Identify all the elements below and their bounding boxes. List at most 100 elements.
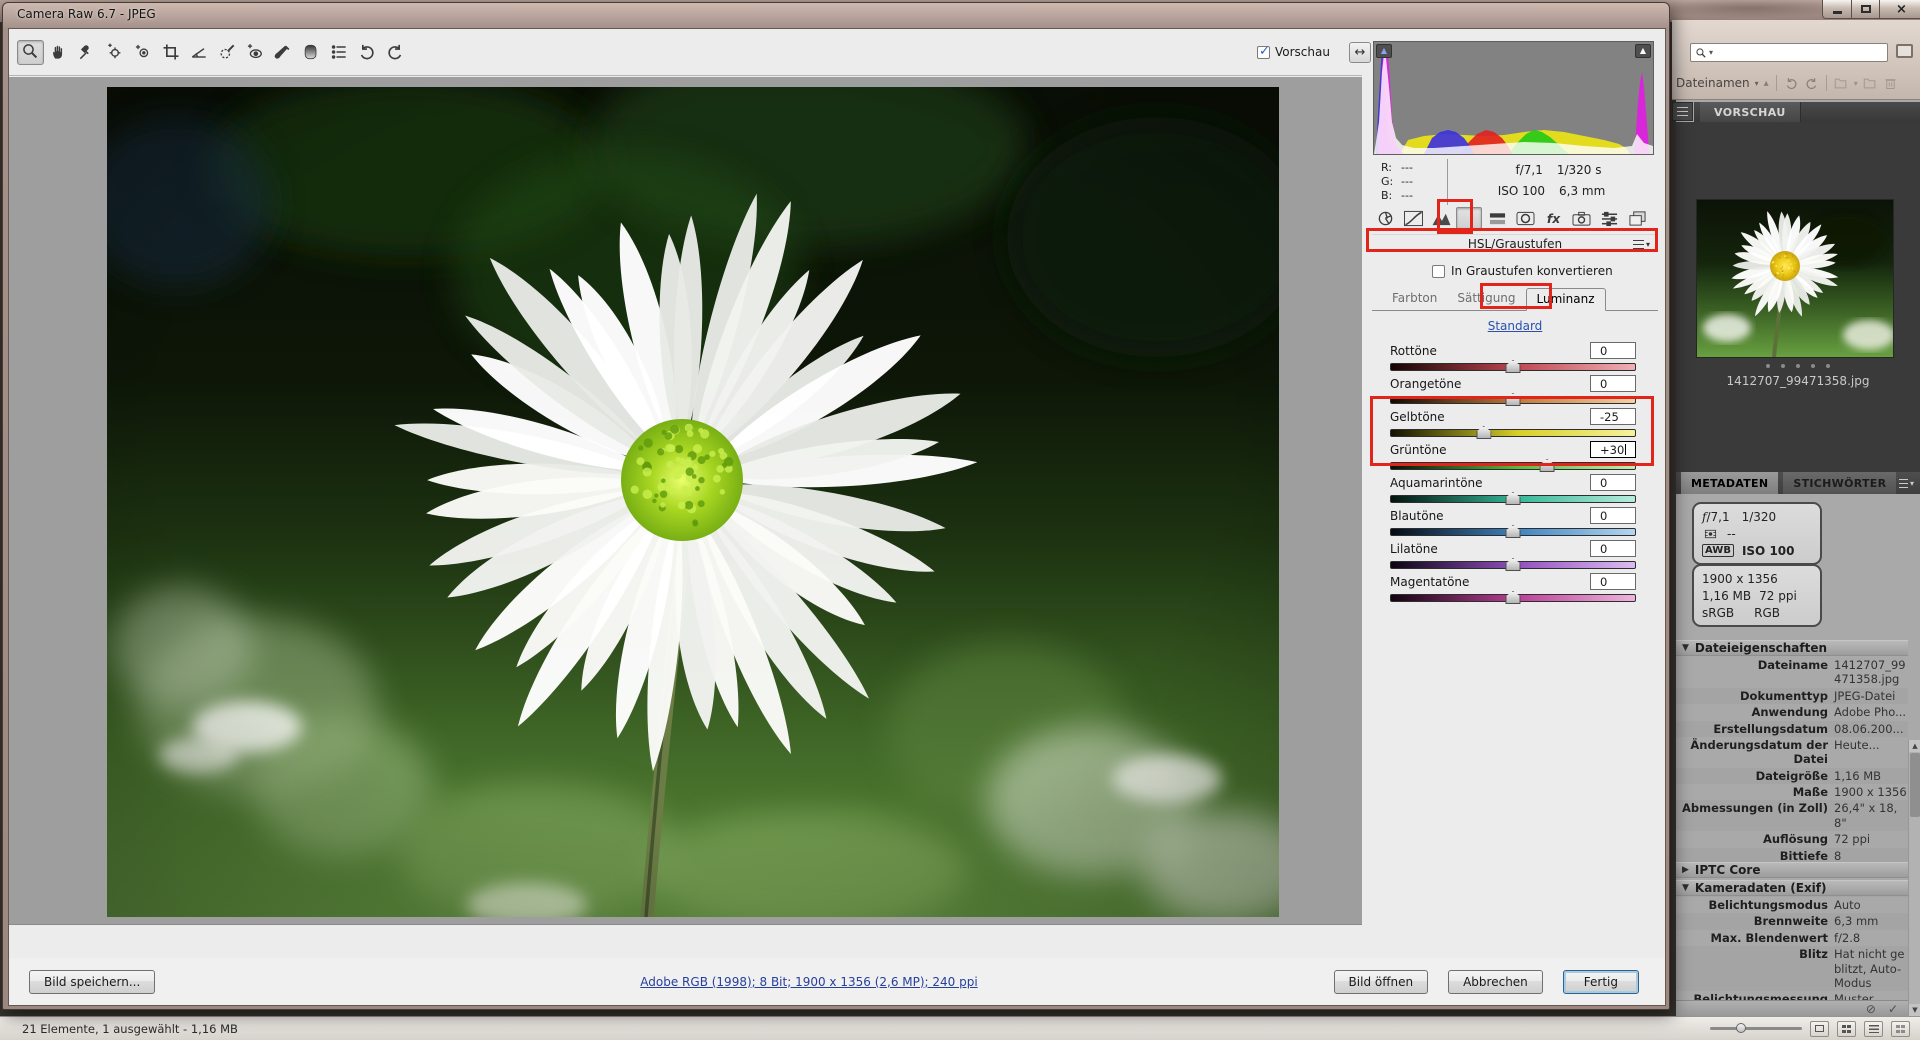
lock-thumbnail-grid-button[interactable] bbox=[1810, 1021, 1829, 1037]
slider-thumb[interactable] bbox=[1506, 558, 1521, 571]
slider-value-input[interactable]: 0 bbox=[1590, 375, 1636, 392]
slider-thumb[interactable] bbox=[1506, 393, 1521, 406]
slider-track[interactable] bbox=[1390, 561, 1636, 569]
preview-toggle[interactable]: Vorschau bbox=[1257, 45, 1330, 59]
panel-menu-icon[interactable]: ▾ bbox=[1633, 240, 1650, 249]
view-details-button[interactable] bbox=[1864, 1021, 1883, 1037]
section-dateieigenschaften[interactable]: ▼ Dateieigenschaften bbox=[1676, 640, 1908, 656]
panel-menu-icon[interactable]: ▾ bbox=[1899, 479, 1914, 488]
panel-tab-presets-icon[interactable] bbox=[1596, 207, 1622, 229]
slider-value-input[interactable]: 0 bbox=[1590, 342, 1636, 359]
metadata-row[interactable]: Brennweite 6,3 mm bbox=[1676, 913, 1908, 929]
metadata-row[interactable]: Auflösung 72 ppi bbox=[1676, 831, 1908, 847]
subtab-farbton[interactable]: Farbton bbox=[1382, 288, 1447, 310]
subtab-sättigung[interactable]: Sättigung bbox=[1447, 288, 1525, 310]
slider-thumb[interactable] bbox=[1506, 360, 1521, 373]
metadata-row[interactable]: Maße 1900 x 1356 bbox=[1676, 784, 1908, 800]
metadata-scrollbar[interactable]: ▲ ▼ bbox=[1908, 740, 1920, 1016]
slider-thumb[interactable] bbox=[1476, 426, 1491, 439]
minimize-button[interactable] bbox=[1822, 0, 1851, 19]
maximize-button[interactable] bbox=[1851, 0, 1879, 19]
new-folder-icon[interactable] bbox=[1863, 76, 1878, 91]
tool-adjustment-brush-icon[interactable] bbox=[269, 40, 296, 65]
slider-track[interactable] bbox=[1390, 396, 1636, 404]
folder-icon[interactable] bbox=[1834, 76, 1849, 91]
panel-tab-detail-icon[interactable] bbox=[1428, 207, 1454, 229]
slider-thumb[interactable] bbox=[1540, 459, 1555, 472]
section-iptc-core[interactable]: ▶ IPTC Core bbox=[1676, 862, 1908, 878]
cancel-edit-icon[interactable]: ⊘ bbox=[1866, 1002, 1876, 1016]
highlight-clipping-toggle-icon[interactable]: ▲ bbox=[1635, 44, 1651, 58]
preview-checkbox[interactable] bbox=[1257, 46, 1270, 59]
rating-dot[interactable] bbox=[1796, 364, 1800, 368]
scrollbar-thumb[interactable] bbox=[1910, 753, 1920, 817]
tool-color-sampler-icon[interactable] bbox=[101, 40, 128, 65]
section-kameradaten-exif[interactable]: ▼ Kameradaten (Exif) bbox=[1676, 880, 1908, 896]
tool-hand-icon[interactable] bbox=[45, 40, 72, 65]
tool-white-balance-icon[interactable] bbox=[73, 40, 100, 65]
view-thumbnails-button[interactable] bbox=[1837, 1021, 1856, 1037]
tab-vorschau[interactable]: VORSCHAU bbox=[1700, 102, 1801, 122]
panel-tab-snapshots-icon[interactable] bbox=[1624, 207, 1650, 229]
tab-metadaten[interactable]: METADATEN bbox=[1681, 472, 1778, 494]
view-list-button[interactable] bbox=[1891, 1021, 1910, 1037]
scroll-up-icon[interactable]: ▲ bbox=[1909, 740, 1920, 752]
slider-value-input[interactable]: 0 bbox=[1590, 507, 1636, 524]
slider-track[interactable] bbox=[1390, 495, 1636, 503]
search-scope-dropdown-icon[interactable]: ▾ bbox=[1709, 48, 1713, 57]
close-button[interactable]: × bbox=[1879, 0, 1920, 19]
sort-by-label[interactable]: Dateinamen bbox=[1676, 76, 1750, 90]
rating-dot[interactable] bbox=[1766, 364, 1770, 368]
panel-collapse-handle[interactable] bbox=[1672, 102, 1693, 121]
panel-tab-split-toning-icon[interactable] bbox=[1484, 207, 1510, 229]
rating-dot[interactable] bbox=[1826, 364, 1830, 368]
metadata-row[interactable]: Abmessungen (in Zoll) 26,4" x 18,8" bbox=[1676, 800, 1908, 831]
metadata-row[interactable]: Änderungsdatum der Datei Heute... bbox=[1676, 737, 1908, 768]
folder-dropdown-icon[interactable]: ▾ bbox=[1854, 79, 1858, 88]
metadata-row[interactable]: Anwendung Adobe Pho... bbox=[1676, 704, 1908, 720]
slider-value-input[interactable]: 0 bbox=[1590, 474, 1636, 491]
metadata-row[interactable]: Erstellungsdatum 08.06.200... bbox=[1676, 721, 1908, 737]
tool-zoom-icon[interactable] bbox=[17, 40, 44, 65]
slider-knob[interactable] bbox=[1736, 1023, 1746, 1033]
panel-tab-tone-curve-icon[interactable] bbox=[1400, 207, 1426, 229]
shadow-clipping-toggle-icon[interactable]: ▲ bbox=[1376, 44, 1392, 58]
subtab-luminanz[interactable]: Luminanz bbox=[1526, 288, 1606, 311]
metadata-row[interactable]: Belichtungsmodus Auto bbox=[1676, 897, 1908, 913]
thumbnail-size-slider[interactable] bbox=[1710, 1027, 1802, 1030]
search-input[interactable]: ▾ bbox=[1690, 43, 1888, 62]
metadata-row[interactable]: Dateigröße 1,16 MB bbox=[1676, 768, 1908, 784]
rating-dot[interactable] bbox=[1811, 364, 1815, 368]
slider-thumb[interactable] bbox=[1506, 492, 1521, 505]
metadata-row[interactable]: Dokumenttyp JPEG-Datei bbox=[1676, 688, 1908, 704]
slider-track[interactable] bbox=[1390, 429, 1636, 437]
slider-track[interactable] bbox=[1390, 528, 1636, 536]
panel-tab-camera-calibration-icon[interactable] bbox=[1568, 207, 1594, 229]
slider-value-input[interactable]: +30 bbox=[1590, 441, 1636, 458]
slider-track[interactable] bbox=[1390, 462, 1636, 470]
tool-graduated-filter-icon[interactable] bbox=[297, 40, 324, 65]
workflow-options-link[interactable]: Adobe RGB (1998); 8 Bit; 1900 x 1356 (2,… bbox=[309, 975, 1309, 989]
metadata-row[interactable]: Dateiname 1412707_99471358.jpg bbox=[1676, 657, 1908, 688]
tool-preferences-icon[interactable] bbox=[325, 40, 352, 65]
sort-dropdown-icon[interactable]: ▾ bbox=[1755, 79, 1759, 88]
panel-tab-lens-corrections-icon[interactable] bbox=[1512, 207, 1538, 229]
tab-stichwoerter[interactable]: STICHWÖRTER bbox=[1783, 472, 1896, 494]
panel-tab-hsl-grayscale-icon[interactable] bbox=[1456, 207, 1482, 229]
tool-rotate-right-icon[interactable] bbox=[381, 40, 408, 65]
rating-dot[interactable] bbox=[1781, 364, 1785, 368]
scroll-down-icon[interactable]: ▼ bbox=[1909, 1004, 1920, 1016]
apply-edit-icon[interactable]: ✓ bbox=[1888, 1002, 1898, 1016]
panel-tab-basic-icon[interactable] bbox=[1372, 207, 1398, 229]
save-image-button[interactable]: Bild speichern... bbox=[29, 970, 155, 994]
rotate-right-icon[interactable] bbox=[1804, 76, 1819, 91]
sort-ascending-icon[interactable]: ▴ bbox=[1764, 78, 1769, 89]
preview-thumbnail[interactable] bbox=[1697, 200, 1893, 357]
slider-value-input[interactable]: 0 bbox=[1590, 540, 1636, 557]
tool-crop-icon[interactable] bbox=[157, 40, 184, 65]
main-image[interactable] bbox=[107, 87, 1279, 917]
slider-track[interactable] bbox=[1390, 594, 1636, 602]
rating-dots[interactable] bbox=[1676, 364, 1920, 368]
tool-rotate-left-icon[interactable] bbox=[353, 40, 380, 65]
metadata-row[interactable]: Blitz Hat nicht geblitzt, Auto-Modus bbox=[1676, 946, 1908, 991]
